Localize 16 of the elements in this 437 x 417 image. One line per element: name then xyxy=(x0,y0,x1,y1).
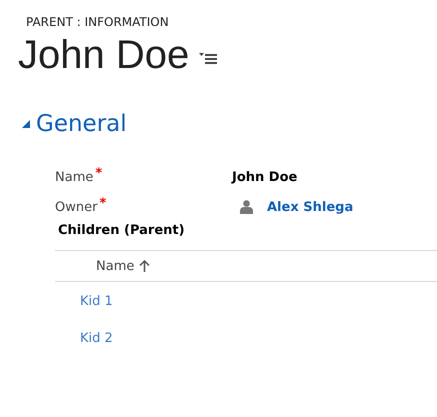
collapse-icon[interactable] xyxy=(22,120,30,128)
field-label: Name xyxy=(55,170,94,184)
row-link[interactable]: Kid 2 xyxy=(80,331,437,356)
required-mark: * xyxy=(99,196,106,210)
required-mark: * xyxy=(95,166,102,180)
entity-label: PARENT : INFORMATION xyxy=(26,15,170,29)
menu-icon[interactable] xyxy=(199,53,218,65)
record-title: John Doe xyxy=(18,32,190,79)
field-label: Owner xyxy=(55,200,98,214)
row-link[interactable]: Kid 1 xyxy=(80,294,437,319)
column-header[interactable]: Name xyxy=(96,258,150,274)
section-title: General xyxy=(36,111,127,137)
owner-link[interactable]: Alex Shlega xyxy=(267,200,354,214)
field-value: John Doe xyxy=(232,170,298,184)
person-icon xyxy=(240,200,253,214)
subgrid-title: Children (Parent) xyxy=(58,223,186,238)
